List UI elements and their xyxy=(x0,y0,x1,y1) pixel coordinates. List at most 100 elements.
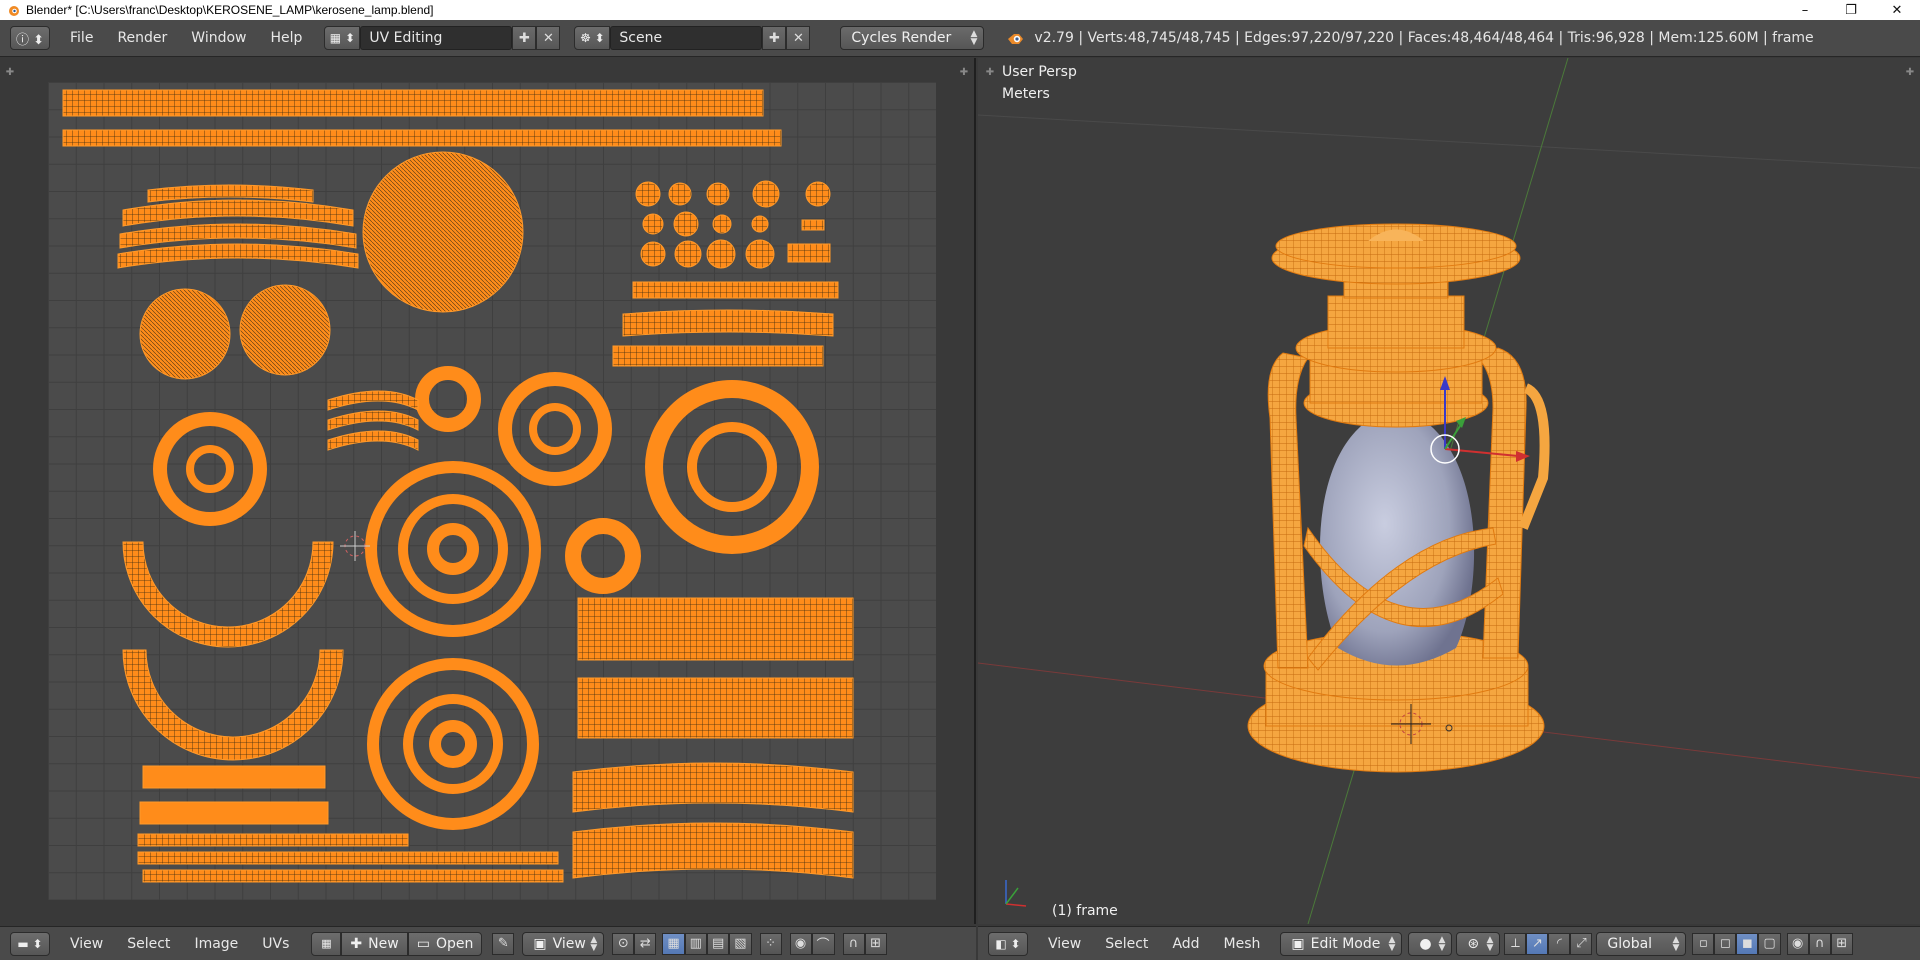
snap-element-button[interactable]: ⊞ xyxy=(1830,932,1853,955)
uv-image-editor[interactable]: ✚ ✚ xyxy=(0,58,976,924)
uv-island-part[interactable] xyxy=(642,213,664,235)
uv-mode-dropdown[interactable]: ▣ View ▲ ▼ xyxy=(522,931,605,956)
proportional-edit-button[interactable]: ◉ xyxy=(789,932,812,955)
area-split-corner-icon[interactable]: ✚ xyxy=(958,66,970,78)
manipulator-toggle-button[interactable]: ⟂ xyxy=(1504,932,1527,955)
uv-island-strip[interactable] xyxy=(137,851,559,865)
delete-screen-button[interactable]: ✕ xyxy=(536,26,561,50)
uv-island-part[interactable] xyxy=(751,215,769,233)
close-window-button[interactable]: ✕ xyxy=(1874,0,1920,20)
uv-island-strip[interactable] xyxy=(142,869,564,883)
uv-island-ring[interactable] xyxy=(498,372,612,486)
minimize-button[interactable]: – xyxy=(1782,0,1828,20)
3d-menu-select[interactable]: Select xyxy=(1093,932,1160,956)
uv-island-arc[interactable] xyxy=(327,430,419,451)
area-split-corner-icon[interactable]: ✚ xyxy=(4,66,16,78)
pivot-button[interactable]: ⊙ xyxy=(612,932,635,955)
face-select-mode-button[interactable]: ◼ xyxy=(1736,932,1759,955)
snap-button[interactable]: ∩ xyxy=(1808,932,1831,955)
uv-island-part[interactable] xyxy=(787,243,831,263)
translate-manipulator-button[interactable]: ↗ xyxy=(1526,932,1549,955)
add-screen-button[interactable]: ✚ xyxy=(512,26,537,50)
uv-island-part[interactable] xyxy=(706,239,736,269)
y-axis-arrow[interactable] xyxy=(1444,422,1463,450)
uv-island-ring[interactable] xyxy=(186,445,234,493)
3d-viewport[interactable]: ✚ ✚ User Persp Meters (1) frame xyxy=(978,58,1920,924)
uv-island-arc[interactable] xyxy=(327,410,419,431)
add-scene-button[interactable]: ✚ xyxy=(762,26,787,50)
sync-selection-button[interactable]: ⇄ xyxy=(634,932,657,955)
scene-field[interactable]: Scene xyxy=(610,26,763,50)
uv-island-ring[interactable] xyxy=(429,720,477,768)
uv-island-part[interactable] xyxy=(668,182,692,206)
delete-scene-button[interactable]: ✕ xyxy=(786,26,811,50)
uv-island-disc[interactable] xyxy=(239,284,331,376)
uv-island-ring[interactable] xyxy=(403,694,503,794)
uv-island-strip[interactable] xyxy=(62,89,764,117)
falloff-button[interactable]: ⌒ xyxy=(811,932,835,955)
uv-island-arc[interactable] xyxy=(122,649,344,761)
uv-menu-image[interactable]: Image xyxy=(182,932,250,956)
uv-island-ring[interactable] xyxy=(415,366,481,432)
uv-island-ring[interactable] xyxy=(427,523,479,575)
uv-island-ring[interactable] xyxy=(529,403,581,455)
uv-island-part[interactable] xyxy=(752,180,780,208)
island-select-button[interactable]: ▧ xyxy=(729,932,752,955)
lamp-top-cylinder[interactable] xyxy=(1327,295,1465,349)
3d-menu-mesh[interactable]: Mesh xyxy=(1212,932,1273,956)
uv-island-disc[interactable] xyxy=(362,151,524,313)
screen-layout-field[interactable]: UV Editing xyxy=(360,26,513,50)
viewport-shading-dropdown[interactable]: ● ▲ ▼ xyxy=(1408,931,1453,956)
uv-island-band[interactable] xyxy=(577,677,854,739)
menu-help[interactable]: Help xyxy=(258,26,314,50)
occlude-geometry-button[interactable]: ▢ xyxy=(1758,932,1781,955)
scene-browse-button[interactable]: ☸ ⬍ xyxy=(574,26,611,50)
lamp-frame-rail-left[interactable] xyxy=(1267,352,1309,669)
editor-type-3dview-button[interactable]: ◧ ⬍ xyxy=(988,931,1028,956)
pivot-point-dropdown[interactable]: ⊛ ▲ ▼ xyxy=(1456,931,1501,956)
editor-type-info-button[interactable]: ⓘ ⬍ xyxy=(10,26,50,50)
uv-island-ring[interactable] xyxy=(687,422,777,512)
uv-island-strip[interactable] xyxy=(622,309,834,337)
uv-island-part[interactable] xyxy=(801,219,825,231)
interaction-mode-dropdown[interactable]: ▣ Edit Mode ▲ ▼ xyxy=(1280,931,1403,956)
uv-island-part[interactable] xyxy=(635,181,661,207)
uv-island-strip[interactable] xyxy=(632,281,839,299)
uv-island-part[interactable] xyxy=(805,181,831,207)
uv-grid[interactable] xyxy=(48,82,936,900)
uv-island-strip[interactable] xyxy=(62,129,782,147)
uv-menu-uvs[interactable]: UVs xyxy=(250,932,301,956)
uv-island-rect[interactable] xyxy=(139,801,329,825)
uv-island-ring[interactable] xyxy=(367,658,539,830)
face-select-button[interactable]: ▤ xyxy=(706,932,730,955)
uv-island-arc[interactable] xyxy=(122,199,354,227)
uv-island-arc[interactable] xyxy=(117,243,359,269)
sticky-mode-button[interactable]: ⁘ xyxy=(759,932,782,955)
uv-island-part[interactable] xyxy=(706,182,730,206)
lamp-frame-rail-right[interactable] xyxy=(1477,347,1527,659)
uv-island-part[interactable] xyxy=(673,211,699,237)
uv-island-part[interactable] xyxy=(745,239,775,269)
editor-type-image-button[interactable]: ▬ ⬍ xyxy=(10,931,50,956)
menu-window[interactable]: Window xyxy=(179,26,258,50)
uv-island-ring[interactable] xyxy=(153,412,267,526)
snap-button[interactable]: ∩ xyxy=(842,932,865,955)
uv-island-disc[interactable] xyxy=(139,288,231,380)
menu-render[interactable]: Render xyxy=(105,26,179,50)
uv-island-ring[interactable] xyxy=(365,461,541,637)
uv-island-part[interactable] xyxy=(674,240,702,268)
restore-button[interactable]: ❐ xyxy=(1828,0,1874,20)
open-image-button[interactable]: ▭ Open xyxy=(407,931,483,956)
snap-target-button[interactable]: ⊞ xyxy=(864,932,887,955)
kerosene-lamp-model[interactable] xyxy=(1247,223,1550,773)
uv-island-band[interactable] xyxy=(572,822,854,879)
scale-manipulator-button[interactable]: ⤢ xyxy=(1570,932,1593,955)
pin-button[interactable]: ✎ xyxy=(492,932,515,955)
uv-island-ring[interactable] xyxy=(398,494,508,604)
uv-island-band[interactable] xyxy=(572,762,854,813)
edge-select-button[interactable]: ▥ xyxy=(684,932,707,955)
uv-island-arc[interactable] xyxy=(327,390,419,411)
uv-island-band[interactable] xyxy=(577,597,854,661)
rotate-manipulator-button[interactable]: ◜ xyxy=(1548,932,1571,955)
uv-island-arc[interactable] xyxy=(147,184,314,203)
